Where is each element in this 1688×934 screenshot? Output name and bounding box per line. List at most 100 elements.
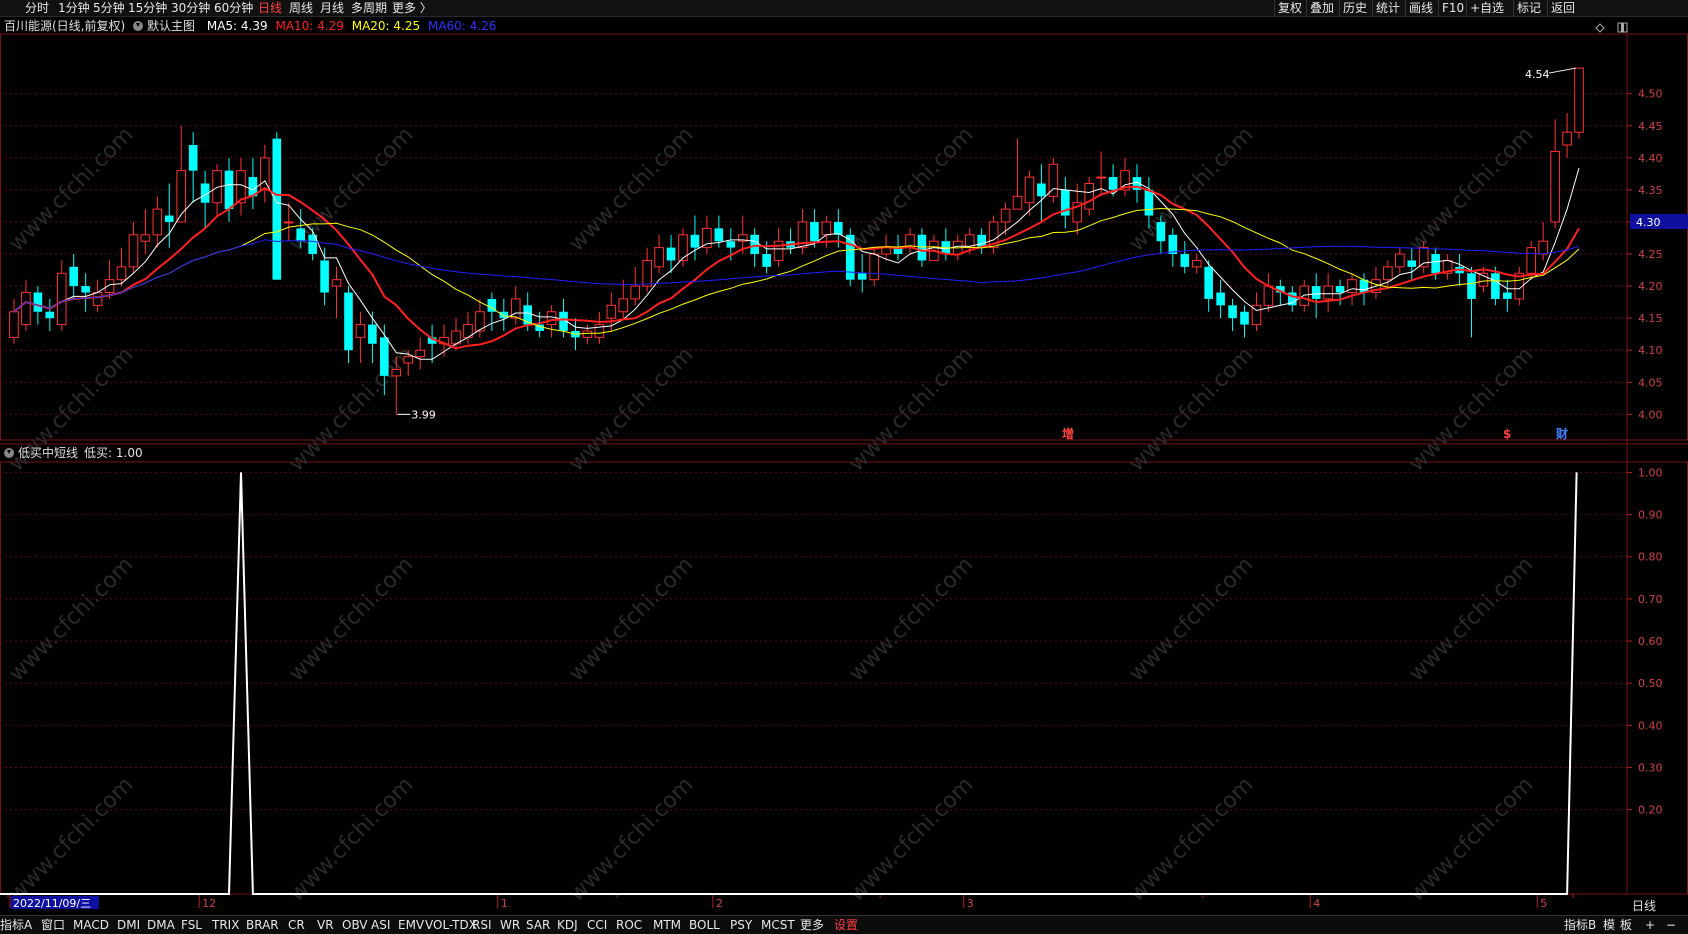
indicator-tab[interactable]: PSY <box>730 916 752 934</box>
candle-body-down <box>368 324 377 344</box>
event-mark: 财 <box>1555 426 1568 441</box>
candle-body-down <box>834 221 843 235</box>
indicator-tab[interactable]: SAR <box>526 916 550 934</box>
indicator-tab[interactable]: TRIX <box>212 916 239 934</box>
date-label: 4 <box>1313 897 1320 910</box>
chart-area[interactable]: www.cfchi.com www.cfchi.com www.cfchi.com w… <box>0 17 1688 914</box>
watermark: www.cfchi.com <box>1404 342 1538 476</box>
back-button[interactable]: 返回 <box>1547 0 1578 16</box>
event-mark: $ <box>1503 427 1511 441</box>
candle-body-up <box>1000 208 1011 223</box>
period-tab-30min[interactable]: 30分钟 <box>171 0 210 16</box>
indicator-tab[interactable]: 指标A <box>0 916 32 934</box>
candle-body-up <box>678 234 688 261</box>
candle-body-up <box>283 221 294 224</box>
candle-body-down <box>666 247 676 261</box>
period-tab-5min[interactable]: 5分钟 <box>93 0 125 16</box>
indicator-title[interactable]: 低买中短线 <box>18 446 78 460</box>
indicator-tab[interactable]: ASI <box>371 916 390 934</box>
period-label: 日线 <box>1632 899 1657 913</box>
price-tick-label: 4.35 <box>1638 184 1663 197</box>
period-tab-more[interactable]: 更多 〉 <box>392 0 432 16</box>
candle-body-down <box>1144 189 1154 216</box>
right-tab[interactable]: 板 <box>1620 916 1632 934</box>
watermark: www.cfchi.com <box>1124 552 1258 686</box>
watermark: www.cfchi.com <box>1404 772 1538 906</box>
right-tab[interactable]: 指标B <box>1564 916 1596 934</box>
draw-line-button[interactable]: 画线 <box>1405 0 1436 16</box>
f10-button[interactable]: F10 <box>1438 0 1467 16</box>
indicator-tab[interactable]: KDJ <box>557 916 578 934</box>
candle-body-down <box>224 170 234 210</box>
right-tab[interactable]: + <box>1645 916 1655 934</box>
period-tab-15min[interactable]: 15分钟 <box>128 0 167 16</box>
period-tab-monthly[interactable]: 月线 <box>320 0 344 16</box>
indicator-tick-label: 0.60 <box>1638 635 1663 648</box>
period-tab-fenshi[interactable]: 分时 <box>25 0 49 16</box>
indicator-tab[interactable]: DMA <box>147 916 175 934</box>
candle-body-down <box>1156 221 1166 242</box>
indicator-tab[interactable]: VR <box>317 916 334 934</box>
candle-body-down <box>1407 260 1417 267</box>
indicator-tab[interactable]: OBV <box>342 916 368 934</box>
top-toolbar: 分时 1分钟 5分钟 15分钟 30分钟 60分钟 日线 周线 月线 多周期 更… <box>0 0 1688 17</box>
candle-body-up <box>403 356 414 364</box>
right-tab[interactable]: − <box>1666 916 1676 934</box>
indicator-tick-label: 1.00 <box>1638 466 1663 479</box>
indicator-tab[interactable]: EMV <box>398 916 424 934</box>
ma5-legend: MA5: 4.39 <box>206 19 268 33</box>
candle-body-up <box>355 324 366 338</box>
mark-button[interactable]: 标记 <box>1513 0 1544 16</box>
candlestick-series <box>9 67 1584 415</box>
candle-body-up <box>9 311 19 338</box>
period-tab-weekly[interactable]: 周线 <box>289 0 313 16</box>
indicator-tab[interactable]: BOLL <box>689 916 720 934</box>
candle-body-up <box>510 298 521 319</box>
indicator-tab[interactable]: ROC <box>616 916 642 934</box>
indicator-tick-label: 0.50 <box>1638 677 1663 690</box>
indicator-tab[interactable]: VOL-TDX <box>425 916 477 934</box>
overlay-button[interactable]: 叠加 <box>1306 0 1337 16</box>
indicator-tab[interactable]: BRAR <box>246 916 279 934</box>
price-tick-label: 4.20 <box>1638 280 1663 293</box>
candle-body-up <box>1550 150 1560 223</box>
low-marker-label: 3.99 <box>411 408 436 421</box>
indicator-tab[interactable]: MCST <box>761 916 795 934</box>
indicator-tab[interactable]: MACD <box>73 916 109 934</box>
candle-body-down <box>690 234 700 248</box>
indicator-tick-label: 0.40 <box>1638 719 1663 732</box>
period-tab-60min[interactable]: 60分钟 <box>214 0 253 16</box>
period-tab-1min[interactable]: 1分钟 <box>58 0 90 16</box>
candle-body-down <box>1311 286 1321 299</box>
watermark: www.cfchi.com <box>1124 772 1258 906</box>
indicator-tab[interactable]: 更多 <box>800 916 824 934</box>
indicator-tab[interactable]: FSL <box>181 916 202 934</box>
candle-body-up <box>773 240 784 261</box>
watermark: www.cfchi.com <box>284 772 418 906</box>
indicator-tab[interactable]: 设置 <box>834 916 858 934</box>
candle-body-up <box>21 292 31 326</box>
indicator-tab[interactable]: DMI <box>117 916 140 934</box>
indicator-tab[interactable]: CR <box>288 916 305 934</box>
indicator-tab[interactable]: CCI <box>587 916 607 934</box>
indicator-tab[interactable]: 窗口 <box>41 916 65 934</box>
history-button[interactable]: 历史 <box>1339 0 1370 16</box>
stats-button[interactable]: 统计 <box>1372 0 1403 16</box>
indicator-tab[interactable]: MTM <box>653 916 681 934</box>
main-legend: 百川能源(日线,前复权) 默认主图 MA5: 4.39 MA10: 4.29 M… <box>4 18 500 34</box>
indicator-tab[interactable]: RSI <box>472 916 492 934</box>
dropdown-icon[interactable] <box>4 448 14 458</box>
right-tab[interactable]: 模 <box>1603 916 1615 934</box>
period-tab-daily[interactable]: 日线 <box>258 0 282 16</box>
bottom-indicator-bar: 指标A 窗口 MACD DMI DMA FSL TRIX BRAR CR VR OBV ASI EMV V… <box>0 915 1688 934</box>
template-label[interactable]: 默认主图 <box>133 19 199 33</box>
fuquan-button[interactable]: 复权 <box>1274 0 1305 16</box>
date-label: 1 <box>501 897 508 910</box>
watermark: www.cfchi.com <box>844 552 978 686</box>
candle-body-up <box>1478 272 1489 287</box>
add-watchlist-button[interactable]: +自选 <box>1466 0 1507 16</box>
candle-body-down <box>272 138 282 280</box>
dropdown-icon[interactable] <box>133 21 144 31</box>
indicator-tab[interactable]: WR <box>500 916 520 934</box>
period-tab-multi[interactable]: 多周期 <box>351 0 387 16</box>
